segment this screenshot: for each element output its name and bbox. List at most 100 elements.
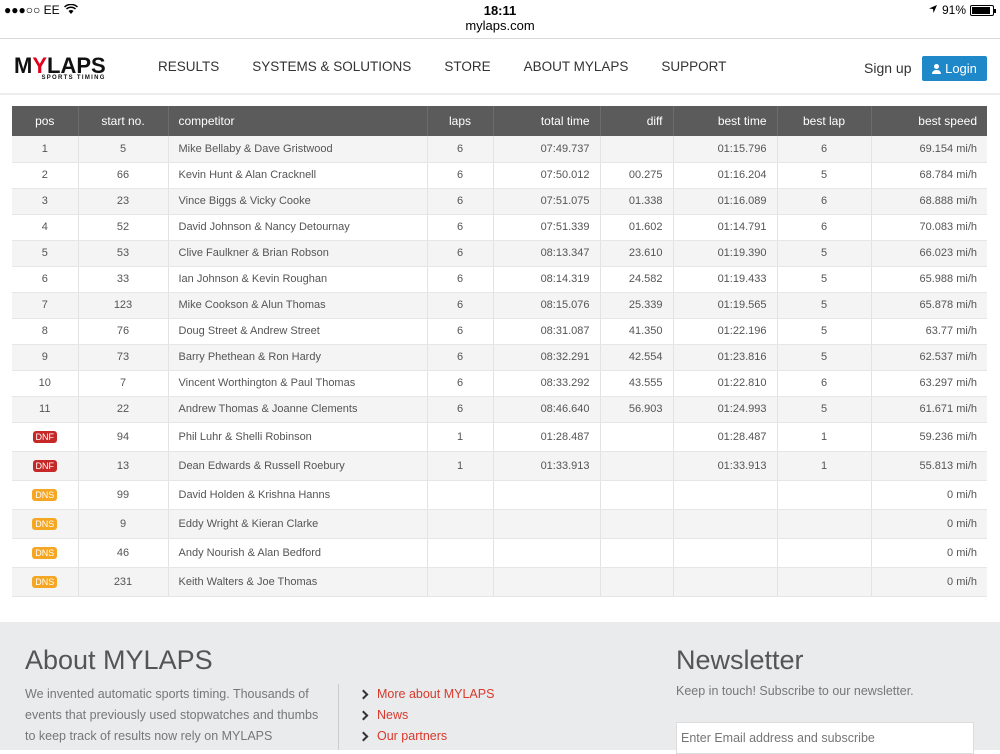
about-title: About MYLAPS	[25, 645, 213, 675]
nav-store[interactable]: STORE	[444, 59, 490, 74]
cell-competitor[interactable]: Dean Edwards & Russell Roebury	[167, 451, 427, 481]
cell-competitor[interactable]: Eddy Wright & Kieran Clarke	[167, 509, 427, 539]
col-best-lap[interactable]: best lap	[776, 106, 871, 136]
cell-competitor[interactable]: Ian Johnson & Kevin Roughan	[167, 266, 427, 293]
cell-competitor[interactable]: Kevin Hunt & Alan Cracknell	[167, 162, 427, 189]
signup-link[interactable]: Sign up	[864, 60, 911, 76]
cell-competitor[interactable]: Vince Biggs & Vicky Cooke	[167, 188, 427, 215]
col-pos[interactable]: pos	[12, 106, 78, 136]
cell-diff	[599, 509, 673, 539]
cell-start-no: 76	[77, 318, 168, 345]
table-row[interactable]: DNS 231 Keith Walters & Joe Thomas 0 mi/h	[12, 567, 987, 597]
cell-total-time: 08:33.292	[492, 370, 600, 397]
cell-best-time: 01:33.913	[672, 451, 777, 481]
cell-pos: 8	[12, 318, 78, 345]
cell-competitor[interactable]: Andy Nourish & Alan Bedford	[167, 538, 427, 568]
cell-best-speed: 59.236 mi/h	[870, 422, 987, 452]
cell-competitor[interactable]: Vincent Worthington & Paul Thomas	[167, 370, 427, 397]
cell-competitor[interactable]: Andrew Thomas & Joanne Clements	[167, 396, 427, 423]
cell-competitor[interactable]: Barry Phethean & Ron Hardy	[167, 344, 427, 371]
cell-start-no: 7	[77, 370, 168, 397]
cell-laps: 1	[426, 422, 493, 452]
table-row[interactable]: DNS 9 Eddy Wright & Kieran Clarke 0 mi/h	[12, 509, 987, 539]
cell-competitor[interactable]: Keith Walters & Joe Thomas	[167, 567, 427, 597]
cell-competitor[interactable]: Mike Cookson & Alun Thomas	[167, 292, 427, 319]
table-row[interactable]: 7 123 Mike Cookson & Alun Thomas 6 08:15.076…	[12, 292, 987, 319]
dnf-badge: DNF	[32, 459, 57, 472]
cell-competitor[interactable]: Clive Faulkner & Brian Robson	[167, 240, 427, 267]
cell-laps	[426, 509, 493, 539]
table-row[interactable]: 10 7 Vincent Worthington & Paul Thomas 6 08:…	[12, 370, 987, 397]
table-row[interactable]: DNS 46 Andy Nourish & Alan Bedford 0 mi/h	[12, 538, 987, 568]
table-row[interactable]: 11 22 Andrew Thomas & Joanne Clements 6 08:4…	[12, 396, 987, 423]
table-row[interactable]: 8 76 Doug Street & Andrew Street 6 08:31.087…	[12, 318, 987, 345]
cell-competitor[interactable]: Doug Street & Andrew Street	[167, 318, 427, 345]
nav-systems-solutions[interactable]: SYSTEMS & SOLUTIONS	[252, 59, 411, 74]
cell-diff	[599, 538, 673, 568]
nav-support[interactable]: SUPPORT	[661, 59, 726, 74]
table-row[interactable]: 3 23 Vince Biggs & Vicky Cooke 6 07:51.075 01…	[12, 188, 987, 215]
cell-pos: 5	[12, 240, 78, 267]
table-row[interactable]: DNS 99 David Holden & Krishna Hanns 0 mi/h	[12, 480, 987, 510]
battery-icon	[970, 4, 996, 16]
footer-links: More about MYLAPS News Our partners	[358, 684, 494, 747]
cell-diff	[599, 480, 673, 510]
newsletter-email-input[interactable]	[676, 722, 974, 754]
mylaps-logo[interactable]: MYLAPS SPORTS TIMING	[14, 53, 106, 81]
table-row[interactable]: 9 73 Barry Phethean & Ron Hardy 6 08:32.291 4…	[12, 344, 987, 371]
cell-diff	[599, 136, 673, 163]
cell-best-time	[672, 567, 777, 597]
table-row[interactable]: 2 66 Kevin Hunt & Alan Cracknell 6 07:50.012…	[12, 162, 987, 189]
cell-best-lap: 6	[776, 214, 871, 241]
cell-best-lap	[776, 509, 871, 539]
cell-total-time: 08:14.319	[492, 266, 600, 293]
nav-about-mylaps[interactable]: ABOUT MYLAPS	[524, 59, 629, 74]
cell-laps: 6	[426, 266, 493, 293]
col-total-time[interactable]: total time	[492, 106, 600, 136]
footer-link-partners[interactable]: Our partners	[358, 726, 494, 747]
cell-total-time: 08:46.640	[492, 396, 600, 423]
cell-laps: 6	[426, 162, 493, 189]
cell-total-time	[492, 509, 600, 539]
chevron-right-icon	[358, 731, 369, 742]
cell-competitor[interactable]: David Johnson & Nancy Detournay	[167, 214, 427, 241]
cell-competitor[interactable]: Phil Luhr & Shelli Robinson	[167, 422, 427, 452]
col-diff[interactable]: diff	[599, 106, 673, 136]
cell-best-time	[672, 538, 777, 568]
table-row[interactable]: DNF 13 Dean Edwards & Russell Roebury 1 01:3…	[12, 451, 987, 481]
cell-competitor[interactable]: Mike Bellaby & Dave Gristwood	[167, 136, 427, 163]
cell-pos: 6	[12, 266, 78, 293]
table-row[interactable]: 4 52 David Johnson & Nancy Detournay 6 07:51…	[12, 214, 987, 241]
dns-badge: DNS	[32, 488, 58, 501]
col-start-no[interactable]: start no.	[77, 106, 168, 136]
cell-best-lap: 5	[776, 318, 871, 345]
footer-link-more-about[interactable]: More about MYLAPS	[358, 684, 494, 705]
location-arrow-icon	[928, 3, 938, 17]
dns-badge: DNS	[32, 546, 58, 559]
cell-best-lap: 6	[776, 370, 871, 397]
cell-best-speed: 70.083 mi/h	[870, 214, 987, 241]
battery-percent: 91%	[941, 3, 966, 17]
login-button[interactable]: Login	[922, 56, 987, 81]
cell-laps: 6	[426, 136, 493, 163]
cell-competitor[interactable]: David Holden & Krishna Hanns	[167, 480, 427, 510]
about-text: We invented automatic sports timing. Tho…	[25, 687, 319, 743]
cell-pos: 3	[12, 188, 78, 215]
nav-results[interactable]: RESULTS	[158, 59, 219, 74]
address-bar[interactable]: mylaps.com	[0, 18, 1000, 33]
cell-best-lap: 1	[776, 451, 871, 481]
footer-link-news[interactable]: News	[358, 705, 494, 726]
col-best-time[interactable]: best time	[672, 106, 777, 136]
cell-best-lap	[776, 567, 871, 597]
login-label: Login	[945, 61, 977, 76]
table-row[interactable]: 6 33 Ian Johnson & Kevin Roughan 6 08:14.319…	[12, 266, 987, 293]
dns-badge: DNS	[32, 517, 58, 530]
cell-best-speed: 0 mi/h	[870, 480, 987, 510]
table-row[interactable]: DNF 94 Phil Luhr & Shelli Robinson 1 01:28.4…	[12, 422, 987, 452]
col-laps[interactable]: laps	[426, 106, 493, 136]
table-row[interactable]: 1 5 Mike Bellaby & Dave Gristwood 6 07:49.73…	[12, 136, 987, 163]
col-best-speed[interactable]: best speed	[870, 106, 987, 136]
col-competitor[interactable]: competitor	[167, 106, 427, 136]
table-row[interactable]: 5 53 Clive Faulkner & Brian Robson 6 08:13.3…	[12, 240, 987, 267]
cell-best-speed: 65.988 mi/h	[870, 266, 987, 293]
